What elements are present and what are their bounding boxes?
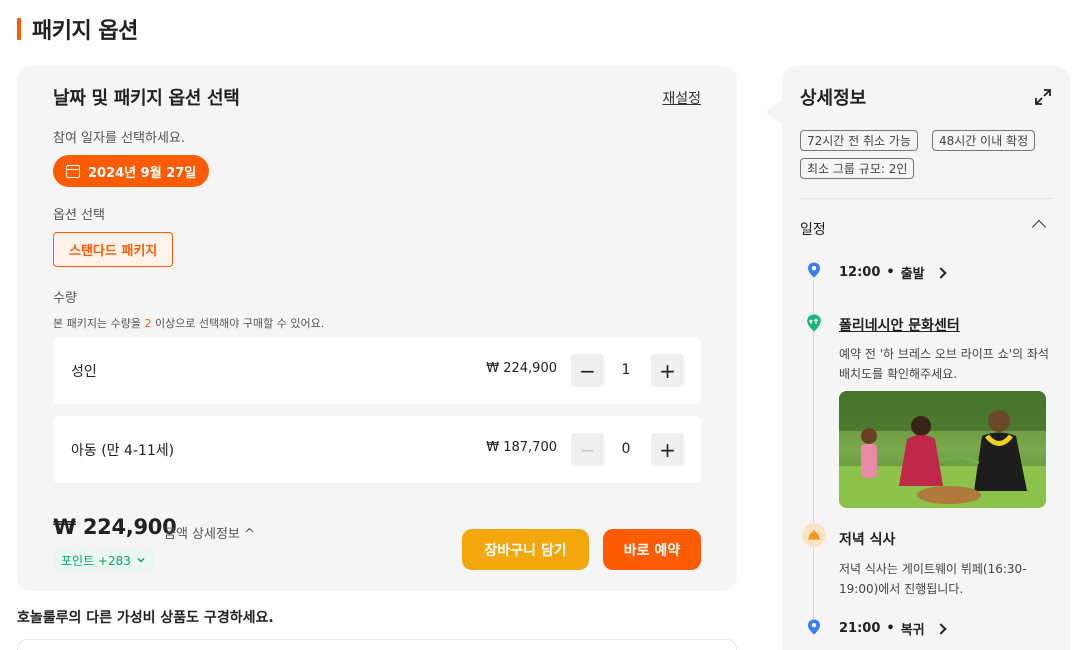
start-label: 출발: [900, 267, 925, 282]
minus-icon: −: [579, 358, 596, 383]
dinner-description: 저녁 식사는 게이트웨이 뷔페(16:30-19:00)에서 진행됩니다.: [839, 562, 1027, 596]
quantity-note: 본 패키지는 수량을 2 이상으로 선택해야 구매할 수 있어요.: [53, 317, 325, 330]
page-title-text: 패키지 옵션: [32, 19, 138, 44]
date-picker-button[interactable]: 2024년 9월 27일: [53, 155, 210, 187]
place-photo: [839, 391, 1046, 508]
chevron-right-icon: [934, 622, 947, 635]
product-carousel[interactable]: [17, 639, 737, 650]
ticket-price: ₩ 224,900: [486, 361, 557, 376]
quantity-label: 수량: [53, 291, 77, 306]
ticket-name: 아동 (만 4-11세): [71, 443, 175, 459]
place-link[interactable]: 폴리네시안 문화센터: [839, 315, 960, 335]
price-detail-toggle[interactable]: 금액 상세정보 ^: [164, 523, 255, 542]
option-label: 옵션 선택: [53, 208, 105, 223]
package-option-standard[interactable]: 스탠다드 패키지: [53, 232, 174, 267]
details-title: 상세정보: [800, 88, 867, 109]
divider: [800, 198, 1052, 199]
total-price: ₩ 224,900: [53, 515, 177, 539]
minus-icon: −: [579, 437, 596, 462]
dinner-bell-icon: [802, 523, 826, 547]
more-products-heading: 호놀룰루의 다른 가성비 상품도 구경하세요.: [17, 610, 274, 626]
plus-icon: +: [659, 437, 676, 462]
plus-button[interactable]: +: [651, 433, 684, 466]
ticket-row-adult: 성인 ₩ 224,900 − 1 +: [53, 337, 701, 404]
timeline-start[interactable]: 12:00 • 출발: [839, 263, 947, 282]
add-to-cart-button[interactable]: 장바구니 담기: [462, 529, 589, 570]
dinner-title: 저녁 식사: [839, 532, 896, 548]
booking-card: 날짜 및 패키지 옵션 선택 재설정 참여 일자를 선택하세요. 2024년 9…: [17, 66, 737, 591]
location-pin-icon: [808, 262, 820, 278]
date-prompt: 참여 일자를 선택하세요.: [53, 131, 185, 146]
location-pin-icon: [808, 619, 820, 635]
plus-icon: +: [659, 358, 676, 383]
end-time: 21:00: [839, 621, 881, 636]
ticket-row-child: 아동 (만 4-11세) ₩ 187,700 − 0 +: [53, 416, 701, 483]
landmark-pin-icon: [807, 314, 821, 332]
plus-button[interactable]: +: [651, 354, 684, 387]
timeline-end[interactable]: 21:00 • 복귀: [839, 619, 947, 638]
ticket-name: 성인: [71, 364, 97, 380]
schedule-label: 일정: [800, 222, 826, 238]
tag-cancellation: 72시간 전 취소 가능: [800, 130, 918, 151]
points-text: 포인트 +283: [61, 553, 131, 568]
place-description: 예약 전 '하 브레스 오브 라이프 쇼'의 좌석 배치도를 확인해주세요.: [839, 347, 1049, 381]
points-badge[interactable]: 포인트 +283: [53, 549, 154, 571]
booking-heading: 날짜 및 패키지 옵션 선택: [53, 88, 240, 109]
minus-button[interactable]: −: [571, 354, 604, 387]
tag-confirmation: 48시간 이내 확정: [932, 130, 1036, 151]
chevron-down-icon: [137, 557, 145, 563]
tag-group-size: 최소 그룹 규모: 2인: [800, 158, 915, 179]
minus-button[interactable]: −: [571, 433, 604, 466]
quantity-value: 0: [621, 441, 631, 457]
start-time: 12:00: [839, 265, 881, 280]
selected-date: 2024년 9월 27일: [88, 165, 197, 181]
calendar-icon: [66, 164, 80, 178]
details-panel: 상세정보 72시간 전 취소 가능 48시간 이내 확정 최소 그룹 규모: 2…: [782, 66, 1070, 650]
book-now-button[interactable]: 바로 예약: [603, 529, 701, 570]
page-title: 패키지 옵션: [17, 15, 138, 44]
chevron-up-icon[interactable]: [1031, 219, 1047, 235]
quantity-value: 1: [621, 362, 631, 378]
panel-pointer: [765, 100, 782, 124]
chevron-right-icon: [934, 266, 947, 279]
end-label: 복귀: [900, 623, 925, 638]
expand-icon[interactable]: [1034, 88, 1052, 106]
reset-link[interactable]: 재설정: [662, 88, 701, 108]
ticket-price: ₩ 187,700: [486, 440, 557, 455]
title-accent-bar: [17, 18, 21, 40]
